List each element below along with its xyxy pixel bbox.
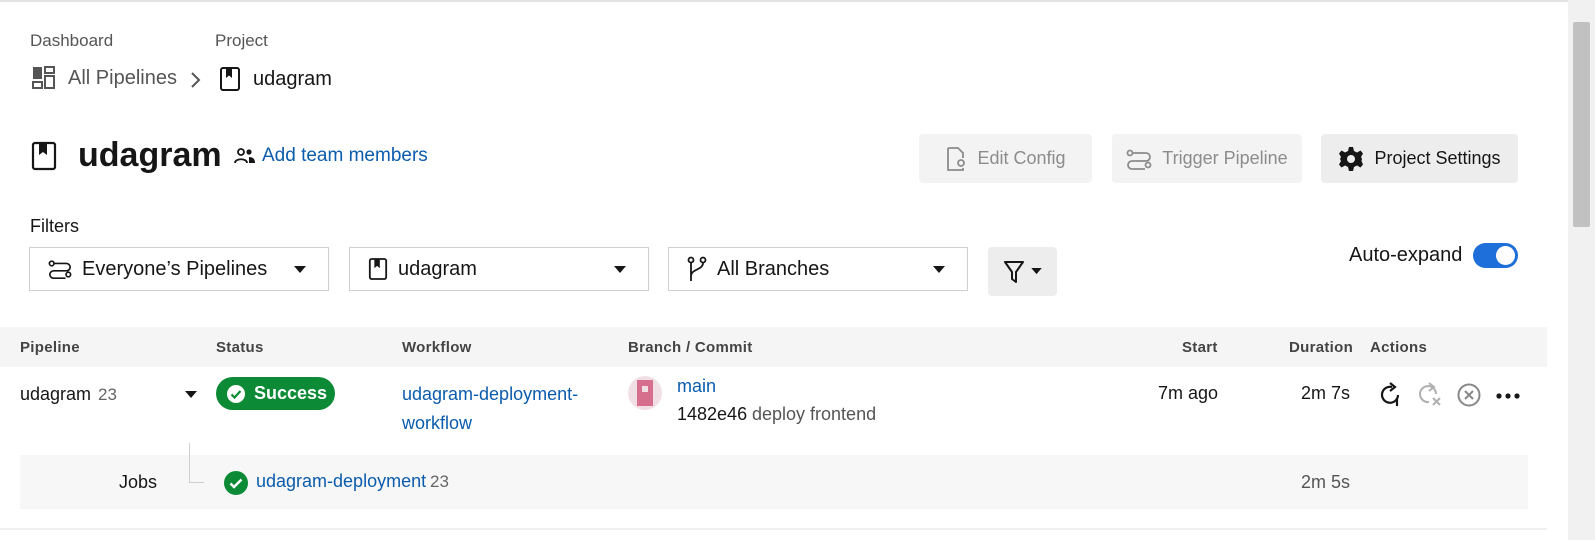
branches-filter-select[interactable]: All Branches (668, 247, 968, 291)
toggle-knob (1496, 246, 1515, 265)
pipeline-number: 23 (98, 385, 117, 404)
column-header-actions: Actions (1370, 339, 1428, 356)
commit-hash-link[interactable]: 1482e46 (677, 404, 747, 425)
add-team-members-label: Add team members (262, 145, 428, 166)
advanced-filter-button[interactable] (988, 247, 1057, 296)
more-icon[interactable] (1495, 392, 1521, 400)
vertical-scrollbar[interactable] (1568, 0, 1595, 540)
dashboard-icon (32, 66, 55, 89)
pipeline-duration: 2m 7s (1300, 383, 1350, 403)
column-header-pipeline: Pipeline (20, 339, 80, 356)
project-filter-select[interactable]: udagram (349, 247, 649, 291)
filters-label: Filters (30, 216, 79, 236)
column-header-duration: Duration (1289, 339, 1354, 356)
trigger-pipeline-button[interactable]: Trigger Pipeline (1112, 134, 1302, 183)
cancel-icon[interactable] (1456, 382, 1482, 408)
bookmark-icon (368, 258, 388, 280)
project-filter-value: udagram (398, 257, 477, 280)
auto-expand-label: Auto-expand (1349, 244, 1463, 266)
add-team-members-link[interactable]: Add team members (234, 145, 428, 167)
trigger-pipeline-label: Trigger Pipeline (1162, 148, 1288, 168)
breadcrumb-project-title: Project (215, 31, 268, 50)
check-circle-icon (227, 384, 245, 403)
caret-down-icon (933, 266, 945, 273)
top-divider (0, 0, 1568, 2)
breadcrumb-dashboard-title: Dashboard (30, 31, 114, 50)
pipelines-filter-select[interactable]: Everyone’s Pipelines (29, 247, 329, 291)
tree-connector (189, 443, 190, 483)
funnel-icon (1004, 260, 1024, 283)
bookmark-icon (31, 141, 57, 170)
job-duration: 2m 5s (1300, 472, 1350, 492)
pipelines-page: Dashboard Project All Pipelines udagram … (0, 0, 1595, 540)
column-header-branch-commit: Branch / Commit (628, 339, 753, 356)
pipelines-filter-value: Everyone’s Pipelines (82, 257, 268, 280)
row-divider (0, 528, 1547, 530)
page-title: udagram (30, 136, 222, 175)
branch-link[interactable]: main (677, 376, 716, 397)
branches-filter-value: All Branches (717, 257, 830, 280)
status-badge[interactable]: Success (216, 377, 335, 410)
people-icon (234, 148, 255, 164)
scrollbar-thumb[interactable] (1573, 22, 1590, 227)
pipeline-icon (48, 260, 72, 280)
project-settings-button[interactable]: Project Settings (1321, 134, 1518, 183)
caret-down-icon (294, 266, 306, 273)
column-header-status: Status (216, 339, 264, 356)
gear-icon (1339, 146, 1364, 171)
pipeline-icon (1126, 149, 1152, 170)
edit-config-label: Edit Config (977, 148, 1066, 168)
workflow-link[interactable]: udagram-deployment-workflow (402, 380, 602, 438)
auto-expand-toggle[interactable] (1473, 243, 1518, 268)
tree-connector (189, 482, 204, 483)
bookmark-icon (220, 67, 240, 91)
chevron-right-icon (191, 72, 201, 88)
rerun-failed-icon[interactable] (1417, 382, 1443, 408)
breadcrumb-all-pipelines[interactable]: All Pipelines (32, 66, 177, 90)
column-header-start: Start (1182, 339, 1218, 356)
file-gear-icon (947, 146, 966, 171)
rerun-icon[interactable] (1378, 382, 1402, 408)
avatar (628, 376, 662, 410)
project-settings-label: Project Settings (1374, 148, 1501, 168)
column-header-workflow: Workflow (402, 339, 472, 356)
job-link[interactable]: udagram-deployment (256, 471, 426, 492)
user-avatar-icon (637, 380, 653, 406)
caret-down-icon (614, 266, 626, 273)
project-name: udagram (78, 136, 222, 174)
start-time: 7m ago (1157, 383, 1218, 403)
edit-config-button[interactable]: Edit Config (919, 134, 1092, 183)
job-number: 23 (430, 472, 449, 491)
breadcrumb-project-label: udagram (253, 67, 332, 90)
jobs-label: Jobs (119, 472, 158, 492)
commit-message: deploy frontend (752, 404, 877, 424)
breadcrumb-all-pipelines-label: All Pipelines (68, 66, 177, 89)
caret-down-icon (1031, 268, 1042, 275)
pipeline-name-link[interactable]: udagram (20, 384, 91, 405)
breadcrumb-project[interactable]: udagram (219, 66, 332, 92)
job-success-icon (224, 471, 248, 495)
status-badge-label: Success (254, 383, 328, 403)
git-branch-icon (687, 256, 707, 281)
expand-caret-icon[interactable] (185, 391, 197, 399)
